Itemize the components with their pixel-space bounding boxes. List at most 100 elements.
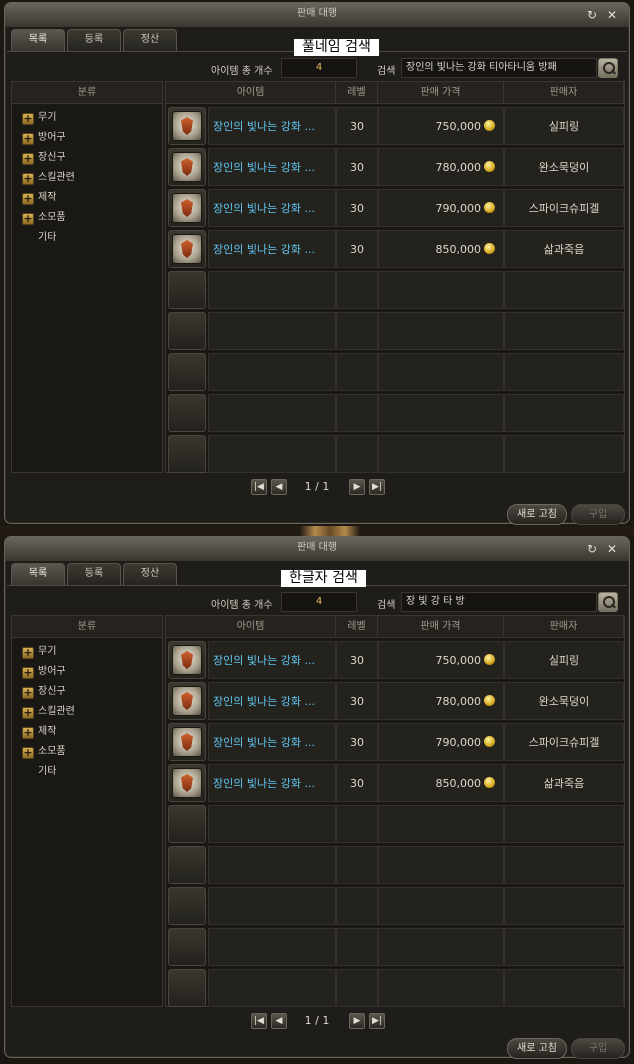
category-weapon[interactable]: + 무기 — [12, 642, 162, 662]
reset-icon[interactable]: ↻ — [585, 8, 599, 22]
expand-plus-icon[interactable]: + — [22, 727, 34, 739]
expand-plus-icon[interactable]: + — [22, 193, 34, 205]
table-row[interactable]: 장인의 빛나는 강화 ... 30 790,000 스파이크슈피겔 — [166, 722, 624, 762]
reset-icon[interactable]: ↻ — [585, 542, 599, 556]
category-armor[interactable]: + 방어구 — [12, 128, 162, 148]
tab-list[interactable]: 목록 — [11, 29, 65, 52]
item-name[interactable]: 장인의 빛나는 강화 ... — [213, 642, 315, 680]
item-price: 750,000 — [436, 642, 495, 680]
empty-slot — [168, 846, 206, 884]
first-page-button[interactable]: |◀ — [251, 479, 267, 495]
item-name[interactable]: 장인의 빛나는 강화 ... — [213, 190, 315, 228]
level-cell: 30 — [336, 682, 378, 720]
table-row[interactable]: 장인의 빛나는 강화 ... 30 850,000 삶과죽음 — [166, 763, 624, 803]
expand-plus-icon[interactable]: + — [22, 667, 34, 679]
item-price: 750,000 — [436, 108, 495, 146]
table-row[interactable]: 장인의 빛나는 강화 ... 30 790,000 스파이크슈피겔 — [166, 188, 624, 228]
item-slot[interactable] — [168, 148, 206, 186]
item-name[interactable]: 장인의 빛나는 강화 ... — [213, 683, 315, 721]
first-page-button[interactable]: |◀ — [251, 1013, 267, 1029]
price-cell: 780,000 — [378, 682, 504, 720]
expand-plus-icon[interactable]: + — [22, 133, 34, 145]
tab-register[interactable]: 등록 — [67, 29, 121, 51]
category-panel: 분류 + 무기 + 방어구 + 장신구 + 스킬관련 + 제작 + 소모품 기타 — [11, 81, 163, 473]
search-icon[interactable] — [598, 592, 618, 612]
category-weapon[interactable]: + 무기 — [12, 108, 162, 128]
category-consumable[interactable]: + 소모품 — [12, 742, 162, 762]
buy-button[interactable]: 구입 — [571, 504, 625, 525]
tab-register[interactable]: 등록 — [67, 563, 121, 585]
search-icon[interactable] — [598, 58, 618, 78]
expand-plus-icon[interactable]: + — [22, 173, 34, 185]
item-name[interactable]: 장인의 빛나는 강화 ... — [213, 108, 315, 146]
table-row[interactable]: 장인의 빛나는 강화 ... 30 850,000 삶과죽음 — [166, 229, 624, 269]
column-item[interactable]: 아이템 — [166, 616, 336, 638]
item-slot[interactable] — [168, 764, 206, 802]
close-icon[interactable]: ✕ — [605, 542, 619, 556]
last-page-button[interactable]: ▶| — [369, 479, 385, 495]
table-row[interactable]: 장인의 빛나는 강화 ... 30 780,000 완소묵덩이 — [166, 681, 624, 721]
prev-page-button[interactable]: ◀ — [271, 479, 287, 495]
seller-cell: 스파이크슈피겔 — [504, 723, 624, 761]
item-slot[interactable] — [168, 641, 206, 679]
category-craft[interactable]: + 제작 — [12, 188, 162, 208]
last-page-button[interactable]: ▶| — [369, 1013, 385, 1029]
expand-plus-icon[interactable]: + — [22, 647, 34, 659]
column-level[interactable]: 레벨 — [336, 616, 378, 638]
table-row[interactable]: 장인의 빛나는 강화 ... 30 750,000 실피링 — [166, 640, 624, 680]
next-page-button[interactable]: ▶ — [349, 479, 365, 495]
sales-agent-window: 판매 대행 ↻ ✕ 목록 등록 정산 풀네임 검색 아이템 총 개수 4 검색 … — [4, 2, 630, 525]
search-input[interactable]: 장 빛 강 타 방 — [401, 592, 597, 612]
item-name[interactable]: 장인의 빛나는 강화 ... — [213, 149, 315, 187]
item-name[interactable]: 장인의 빛나는 강화 ... — [213, 231, 315, 269]
item-slot[interactable] — [168, 230, 206, 268]
refresh-button[interactable]: 새로 고침 — [507, 504, 567, 525]
expand-plus-icon[interactable]: + — [22, 213, 34, 225]
category-etc[interactable]: 기타 — [12, 762, 162, 782]
expand-plus-icon[interactable]: + — [22, 687, 34, 699]
tab-settlement[interactable]: 정산 — [123, 29, 177, 51]
category-label: 제작 — [38, 192, 57, 203]
next-page-button[interactable]: ▶ — [349, 1013, 365, 1029]
category-skill[interactable]: + 스킬관련 — [12, 702, 162, 722]
close-icon[interactable]: ✕ — [605, 8, 619, 22]
item-slot[interactable] — [168, 723, 206, 761]
item-slot[interactable] — [168, 682, 206, 720]
category-armor[interactable]: + 방어구 — [12, 662, 162, 682]
column-price[interactable]: 판매 가격 — [378, 82, 504, 104]
category-accessory[interactable]: + 장신구 — [12, 682, 162, 702]
column-item[interactable]: 아이템 — [166, 82, 336, 104]
column-seller[interactable]: 판매자 — [504, 616, 624, 638]
category-skill[interactable]: + 스킬관련 — [12, 168, 162, 188]
seller-name: 실피링 — [548, 120, 580, 133]
tab-settlement[interactable]: 정산 — [123, 563, 177, 585]
seller-cell: 완소묵덩이 — [504, 682, 624, 720]
item-name[interactable]: 장인의 빛나는 강화 ... — [213, 724, 315, 762]
price-cell: 790,000 — [378, 189, 504, 227]
search-input[interactable]: 장인의 빛나는 강화 티아타니움 방패 — [401, 58, 597, 78]
item-price: 780,000 — [436, 149, 495, 187]
expand-plus-icon[interactable]: + — [22, 747, 34, 759]
category-accessory[interactable]: + 장신구 — [12, 148, 162, 168]
table-row[interactable]: 장인의 빛나는 강화 ... 30 780,000 완소묵덩이 — [166, 147, 624, 187]
expand-plus-icon[interactable]: + — [22, 707, 34, 719]
category-craft[interactable]: + 제작 — [12, 722, 162, 742]
category-consumable[interactable]: + 소모품 — [12, 208, 162, 228]
expand-plus-icon[interactable]: + — [22, 153, 34, 165]
prev-page-button[interactable]: ◀ — [271, 1013, 287, 1029]
refresh-button[interactable]: 새로 고침 — [507, 1038, 567, 1059]
category-etc[interactable]: 기타 — [12, 228, 162, 248]
buy-button[interactable]: 구입 — [571, 1038, 625, 1059]
column-level[interactable]: 레벨 — [336, 82, 378, 104]
column-price[interactable]: 판매 가격 — [378, 616, 504, 638]
item-slot[interactable] — [168, 107, 206, 145]
table-row[interactable]: 장인의 빛나는 강화 ... 30 750,000 실피링 — [166, 106, 624, 146]
item-name[interactable]: 장인의 빛나는 강화 ... — [213, 765, 315, 803]
tab-list[interactable]: 목록 — [11, 563, 65, 586]
empty-row — [166, 311, 624, 351]
expand-plus-icon[interactable]: + — [22, 113, 34, 125]
column-seller[interactable]: 판매자 — [504, 82, 624, 104]
item-slot[interactable] — [168, 189, 206, 227]
seller-name: 삶과죽음 — [543, 777, 585, 790]
price-cell: 850,000 — [378, 230, 504, 268]
